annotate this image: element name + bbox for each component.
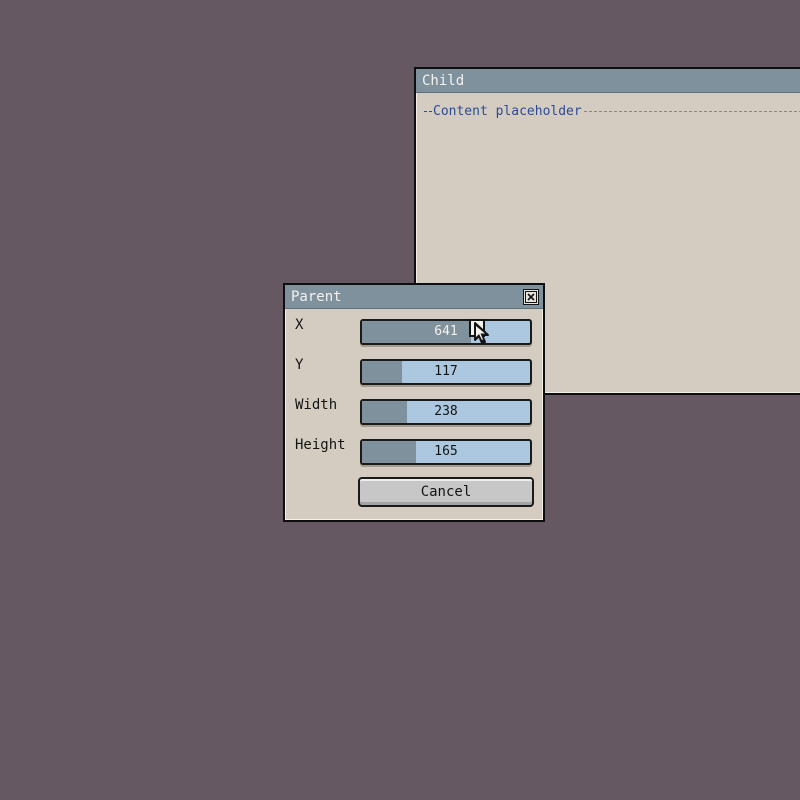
height-slider[interactable]: 165 [360, 439, 532, 465]
height-value: 165 [434, 444, 458, 459]
height-label: Height [295, 437, 346, 453]
width-label: Width [295, 397, 338, 413]
child-window-titlebar[interactable]: Child [416, 69, 800, 93]
cancel-button[interactable]: Cancel [358, 477, 534, 507]
parent-window-title: Parent [291, 289, 342, 305]
width-value: 238 [434, 404, 458, 419]
parent-window: Parent X 641 Y 117 Width 238 Height 165 … [283, 283, 545, 522]
y-value: 117 [434, 364, 458, 379]
width-slider[interactable]: 238 [360, 399, 532, 425]
placeholder-dash-right [583, 110, 800, 112]
desktop: Child Content placeholder Parent X 641 Y [0, 0, 800, 800]
placeholder-dash-left [424, 110, 432, 112]
close-button[interactable] [523, 289, 539, 305]
x-label: X [295, 317, 304, 333]
close-icon [525, 291, 537, 303]
y-label: Y [295, 357, 304, 373]
content-placeholder: Content placeholder [424, 102, 800, 120]
parent-window-titlebar[interactable]: Parent [285, 285, 543, 309]
child-window-title: Child [422, 73, 465, 89]
x-value: 641 [434, 324, 458, 339]
content-placeholder-label: Content placeholder [433, 103, 582, 119]
y-slider[interactable]: 117 [360, 359, 532, 385]
x-slider[interactable]: 641 [360, 319, 532, 345]
